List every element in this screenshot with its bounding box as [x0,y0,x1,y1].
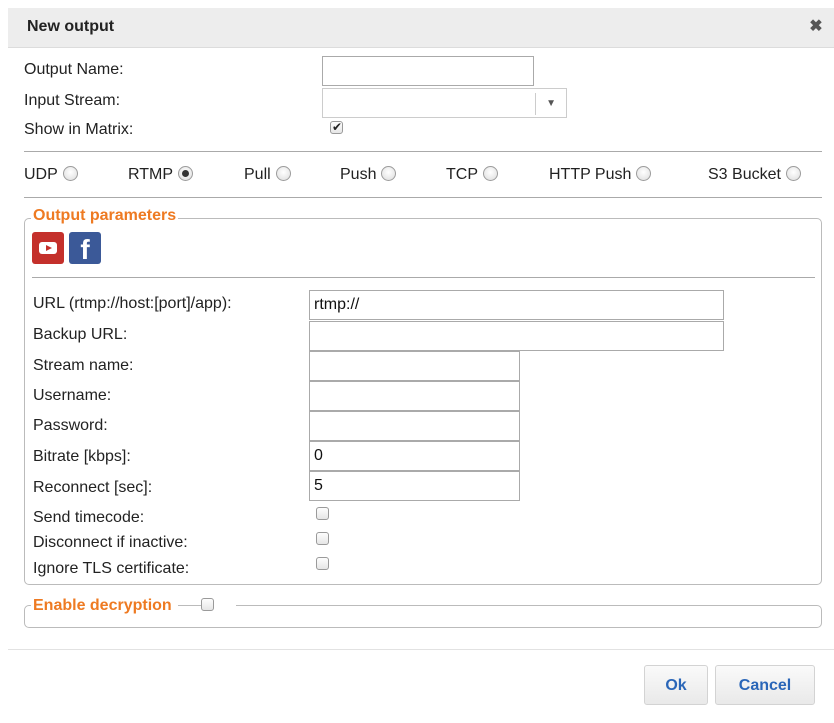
send-timecode-label: Send timecode: [33,509,145,526]
divider [32,277,815,278]
legend-gap [214,598,236,612]
radio-button-selected[interactable] [178,166,194,181]
stream-name-input[interactable] [309,351,520,381]
output-parameters-legend: Output parameters [31,207,179,225]
radio-button[interactable] [275,166,291,181]
backup-url-label: Backup URL: [33,326,128,343]
ignore-tls-checkbox[interactable] [316,557,329,570]
password-label: Password: [33,417,108,434]
radio-udp[interactable]: UDP [24,166,78,184]
play-triangle [46,245,52,251]
bitrate-label: Bitrate [kbps]: [33,448,131,465]
radio-button[interactable] [483,166,498,181]
password-input[interactable] [309,411,520,441]
radio-pull-label: Pull [244,166,271,183]
username-input[interactable] [309,381,520,411]
radio-button[interactable] [62,166,78,181]
reconnect-input[interactable] [309,471,520,501]
dialog-title: New output [27,18,115,35]
radio-button[interactable] [785,166,801,181]
show-in-matrix-checkbox[interactable]: ✔ [330,120,343,134]
bitrate-input[interactable] [309,441,520,471]
radio-button[interactable] [381,166,397,181]
radio-rtmp-label: RTMP [128,166,174,183]
radio-push-label: Push [340,166,377,183]
send-timecode-checkbox[interactable] [316,507,329,520]
decryption-legend: Enable decryption [31,597,178,615]
radio-s3-bucket-label: S3 Bucket [708,166,781,183]
dialog-titlebar: New output ✖ [8,8,834,48]
divider [24,151,822,152]
radio-http-push-label: HTTP Push [549,166,632,183]
ignore-tls-label: Ignore TLS certificate: [33,560,190,577]
radio-dot [182,170,190,177]
checkmark-icon: ✔ [332,120,343,134]
radio-rtmp[interactable]: RTMP [128,166,194,184]
backup-url-input[interactable] [309,321,724,351]
close-icon[interactable]: ✖ [808,19,824,35]
radio-tcp[interactable]: TCP [446,166,498,184]
facebook-icon[interactable]: f [69,232,101,265]
input-stream-label: Input Stream: [24,92,121,109]
radio-tcp-label: TCP [446,166,478,183]
username-label: Username: [33,387,112,404]
stream-name-label: Stream name: [33,357,134,374]
new-output-dialog: New output ✖ Output Name: Input Stream: … [0,0,834,723]
radio-http-push[interactable]: HTTP Push [549,166,652,184]
url-input[interactable] [309,290,724,320]
reconnect-label: Reconnect [sec]: [33,479,153,496]
ok-button[interactable]: Ok [644,665,708,705]
select-divider [535,93,536,115]
disconnect-if-inactive-label: Disconnect if inactive: [33,534,188,551]
cancel-button[interactable]: Cancel [715,665,815,705]
divider [24,197,822,198]
output-name-label: Output Name: [24,61,124,78]
radio-button[interactable] [636,166,652,181]
input-stream-select[interactable]: ▼ [322,88,567,118]
footer-divider [8,649,834,650]
radio-udp-label: UDP [24,166,58,183]
url-label: URL (rtmp://host:[port]/app): [33,295,232,312]
radio-pull[interactable]: Pull [244,166,291,184]
radio-push[interactable]: Push [340,166,397,184]
radio-s3-bucket[interactable]: S3 Bucket [708,166,801,184]
enable-decryption-checkbox[interactable] [201,598,214,611]
output-name-input[interactable] [322,56,534,86]
youtube-icon[interactable] [32,232,64,264]
decryption-legend-text: Enable decryption [33,597,172,614]
disconnect-if-inactive-checkbox[interactable] [316,532,329,545]
show-in-matrix-label: Show in Matrix: [24,121,134,138]
chevron-down-icon: ▼ [546,98,556,109]
